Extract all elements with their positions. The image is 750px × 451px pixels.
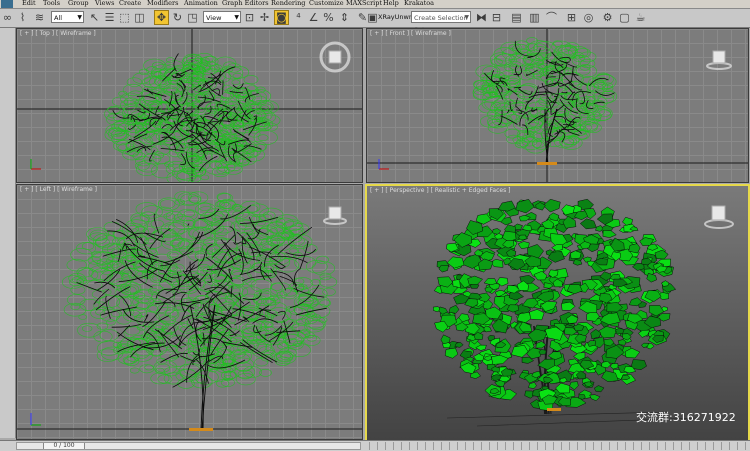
axis-gizmo-icon	[378, 159, 389, 170]
chevron-down-icon: ▼	[464, 14, 469, 21]
schematic-view-icon[interactable]: ⊞	[565, 11, 578, 24]
mirror-icon[interactable]: ⧓	[475, 11, 488, 24]
menu-customize[interactable]: Customize	[309, 0, 344, 8]
viewport-label-top[interactable]: [ + ] [ Top ] [ Wireframe ]	[20, 30, 96, 38]
time-slider-handle[interactable]: 0 / 100	[43, 443, 85, 449]
viewport-top[interactable]: [ + ] [ Top ] [ Wireframe ]	[16, 28, 363, 183]
viewcube-icon[interactable]	[704, 205, 734, 229]
viewcube-icon[interactable]	[319, 41, 351, 73]
select-and-scale-icon[interactable]: ◳	[186, 11, 199, 24]
pivot-center-icon[interactable]: ⊡	[243, 11, 256, 24]
viewcube-icon[interactable]	[706, 50, 732, 70]
menu-graph-editors[interactable]: Graph Editors	[222, 0, 269, 8]
viewcube-icon[interactable]	[323, 206, 347, 225]
menu-edit[interactable]: Edit	[22, 0, 36, 8]
watermark-text: 交流群:316271922	[636, 411, 736, 424]
render-production-icon[interactable]: ☕	[634, 11, 647, 24]
top-view-canvas	[17, 29, 362, 182]
material-editor-icon[interactable]: ◎	[582, 11, 595, 24]
chevron-down-icon: ▼	[234, 14, 239, 21]
main-toolbar: ∞ ⌇ ≋ All ▼ ↖ ☰ ⬚ ◫ ✥ ↻ ◳ View ▼ ⊡ ✢ ◙ ⁴ ∠…	[0, 9, 750, 34]
tree-wireframe	[472, 37, 618, 165]
viewport-front[interactable]: [ + ] [ Front ] [ Wireframe ]	[366, 28, 749, 183]
viewport-left[interactable]: [ + ] [ Left ] [ Wireframe ]	[16, 184, 363, 440]
menu-maxscript[interactable]: MAXScript	[346, 0, 382, 8]
rendered-frame-window-icon[interactable]: ▢	[618, 11, 631, 24]
manipulate-icon[interactable]: ✢	[258, 11, 271, 24]
snaps-toggle-icon[interactable]: ⁴	[292, 11, 305, 24]
graphite-ribbon-icon[interactable]: ▥	[528, 11, 541, 24]
unlink-icon[interactable]: ⌇	[16, 11, 29, 24]
menu-group[interactable]: Group	[68, 0, 89, 8]
menu-help[interactable]: Help	[383, 0, 399, 8]
menu-bar: Edit Tools Group Views Create Modifiers …	[0, 0, 750, 9]
select-and-move-icon[interactable]: ✥	[154, 10, 169, 25]
axis-gizmo-icon	[30, 159, 41, 170]
left-view-canvas	[17, 191, 362, 431]
track-bar[interactable]	[362, 442, 748, 450]
viewport-label-left[interactable]: [ + ] [ Left ] [ Wireframe ]	[20, 186, 97, 194]
rectangle-selection-icon[interactable]: ⬚	[118, 11, 131, 24]
app-logo-icon[interactable]	[1, 0, 13, 8]
layer-manager-icon[interactable]: ▤	[510, 11, 523, 24]
menu-animation[interactable]: Animation	[184, 0, 218, 8]
select-and-rotate-icon[interactable]: ↻	[171, 11, 184, 24]
tree-wireframe	[61, 191, 338, 431]
viewport-label-perspective[interactable]: [ + ] [ Perspective ] [ Realistic + Edge…	[370, 187, 510, 195]
ground-grid-line	[446, 411, 668, 419]
menu-tools[interactable]: Tools	[43, 0, 60, 8]
select-object-icon[interactable]: ↖	[88, 11, 101, 24]
tree-realistic-render	[432, 198, 677, 415]
angle-snap-icon[interactable]: ∠	[307, 11, 320, 24]
menu-modifiers[interactable]: Modifiers	[147, 0, 178, 8]
menu-rendering[interactable]: Rendering	[271, 0, 305, 8]
curve-editor-icon[interactable]: ⌒	[545, 11, 558, 24]
menu-create[interactable]: Create	[119, 0, 141, 8]
time-bar: 0 / 100	[0, 440, 750, 451]
bind-space-warp-icon[interactable]: ≋	[33, 11, 46, 24]
align-icon[interactable]: ⊟	[490, 11, 503, 24]
percent-snap-icon[interactable]: %	[322, 11, 335, 24]
selection-filter-dropdown[interactable]: All ▼	[51, 11, 84, 23]
menu-views[interactable]: Views	[95, 0, 114, 8]
selection-filter-value: All	[54, 14, 63, 22]
viewport-perspective[interactable]: [ + ] [ Perspective ] [ Realistic + Edge…	[365, 184, 750, 442]
select-by-name-icon[interactable]: ☰	[103, 11, 116, 24]
time-slider[interactable]: 0 / 100	[16, 442, 361, 450]
perspective-view-canvas	[432, 198, 734, 427]
render-setup-icon[interactable]: ⚙	[601, 11, 614, 24]
keyboard-shortcut-override-icon[interactable]: ◙	[274, 10, 289, 25]
reference-coordinate-dropdown[interactable]: View ▼	[203, 11, 241, 23]
menu-krakatoa[interactable]: Krakatoa	[404, 0, 434, 8]
chevron-down-icon: ▼	[77, 14, 82, 21]
link-icon[interactable]: ∞	[1, 11, 14, 24]
viewport-label-front[interactable]: [ + ] [ Front ] [ Wireframe ]	[370, 30, 451, 38]
front-view-canvas	[367, 29, 748, 182]
left-side-panel	[0, 28, 16, 438]
window-crossing-icon[interactable]: ◫	[133, 11, 146, 24]
named-selection-set-dropdown[interactable]: Create Selection Set▼	[411, 11, 471, 34]
axis-gizmo-icon	[30, 413, 41, 426]
reference-coordinate-value: View	[206, 14, 222, 22]
spinner-snap-icon[interactable]: ⇕	[338, 11, 351, 24]
